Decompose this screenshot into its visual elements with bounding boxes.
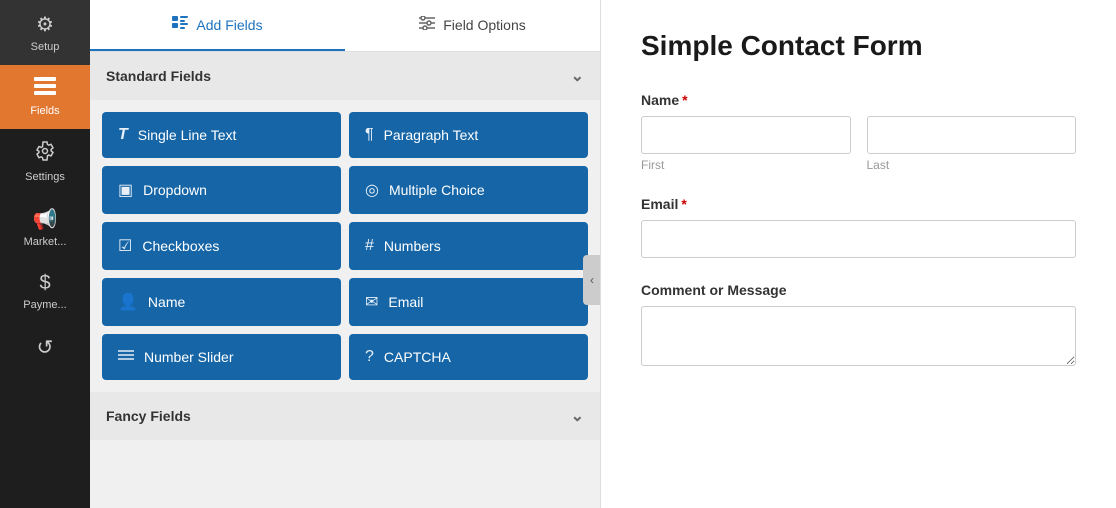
- email-field-button[interactable]: ✉ Email: [349, 278, 588, 326]
- email-input[interactable]: [641, 220, 1076, 258]
- email-required-star: *: [681, 196, 686, 212]
- name-field-button[interactable]: 👤 Name: [102, 278, 341, 326]
- name-inputs: First Last: [641, 116, 1076, 172]
- checkboxes-icon: ☑: [118, 236, 132, 256]
- sidebar: ⚙ Setup Fields Settings 📢 Market... $ Pa…: [0, 0, 90, 508]
- email-field-group: Email*: [641, 196, 1076, 258]
- captcha-label: CAPTCHA: [384, 349, 451, 365]
- last-name-wrapper: Last: [867, 116, 1077, 172]
- comment-field-group: Comment or Message: [641, 282, 1076, 371]
- email-field-icon: ✉: [365, 292, 378, 312]
- standard-fields-collapse-icon: ⌄: [571, 66, 584, 86]
- number-slider-label: Number Slider: [144, 349, 233, 365]
- dropdown-button[interactable]: ▣ Dropdown: [102, 166, 341, 214]
- name-field-label: Name*: [641, 92, 1076, 108]
- history-icon: ↺: [37, 335, 54, 360]
- paragraph-text-label: Paragraph Text: [384, 127, 479, 143]
- name-required-star: *: [682, 92, 687, 108]
- form-title: Simple Contact Form: [641, 30, 1076, 62]
- first-name-sublabel: First: [641, 158, 851, 172]
- collapse-handle-icon: ‹: [590, 273, 594, 287]
- multiple-choice-label: Multiple Choice: [389, 182, 485, 198]
- first-name-input[interactable]: [641, 116, 851, 154]
- number-slider-icon: [118, 348, 134, 366]
- payments-icon: $: [39, 272, 50, 295]
- checkboxes-button[interactable]: ☑ Checkboxes: [102, 222, 341, 270]
- fields-content: Standard Fields ⌄ T Single Line Text ¶ P…: [90, 52, 600, 508]
- fancy-fields-collapse-icon: ⌄: [571, 406, 584, 426]
- sidebar-item-setup-label: Setup: [31, 41, 60, 53]
- fields-icon: [34, 77, 56, 101]
- numbers-icon: #: [365, 237, 374, 255]
- numbers-button[interactable]: # Numbers: [349, 222, 588, 270]
- sidebar-item-settings-label: Settings: [25, 171, 65, 183]
- single-line-text-button[interactable]: T Single Line Text: [102, 112, 341, 158]
- email-field-label: Email: [388, 294, 423, 310]
- paragraph-text-icon: ¶: [365, 126, 374, 144]
- tab-field-options-label: Field Options: [443, 17, 525, 33]
- sidebar-item-payments-label: Payme...: [23, 299, 66, 311]
- tab-bar: Add Fields Field Options: [90, 0, 600, 52]
- sidebar-item-marketing-label: Market...: [24, 236, 67, 248]
- sidebar-item-settings[interactable]: Settings: [0, 129, 90, 195]
- name-field-label: Name: [148, 294, 185, 310]
- sidebar-item-marketing[interactable]: 📢 Market...: [0, 195, 90, 260]
- last-name-sublabel: Last: [867, 158, 1077, 172]
- sidebar-item-history[interactable]: ↺: [0, 323, 90, 372]
- gear-icon: ⚙: [36, 12, 54, 37]
- name-field-group: Name* First Last: [641, 92, 1076, 172]
- multiple-choice-icon: ◎: [365, 180, 379, 200]
- captcha-button[interactable]: ? CAPTCHA: [349, 334, 588, 380]
- email-field-label: Email*: [641, 196, 1076, 212]
- main-panel: Add Fields Field Options Standard Fields…: [90, 0, 600, 508]
- tab-field-options[interactable]: Field Options: [345, 0, 600, 51]
- dropdown-label: Dropdown: [143, 182, 207, 198]
- sidebar-item-setup[interactable]: ⚙ Setup: [0, 0, 90, 65]
- captcha-icon: ?: [365, 348, 374, 366]
- paragraph-text-button[interactable]: ¶ Paragraph Text: [349, 112, 588, 158]
- standard-fields-header[interactable]: Standard Fields ⌄: [90, 52, 600, 100]
- comment-field-label: Comment or Message: [641, 282, 1076, 298]
- checkboxes-label: Checkboxes: [142, 238, 219, 254]
- standard-fields-label: Standard Fields: [106, 68, 211, 84]
- numbers-label: Numbers: [384, 238, 441, 254]
- sidebar-item-payments[interactable]: $ Payme...: [0, 260, 90, 323]
- single-line-text-icon: T: [118, 126, 128, 144]
- number-slider-button[interactable]: Number Slider: [102, 334, 341, 380]
- first-name-wrapper: First: [641, 116, 851, 172]
- dropdown-icon: ▣: [118, 180, 133, 200]
- standard-fields-grid: T Single Line Text ¶ Paragraph Text ▣ Dr…: [90, 100, 600, 392]
- settings-icon: [35, 141, 55, 167]
- sidebar-item-fields-label: Fields: [30, 105, 59, 117]
- preview-panel: Simple Contact Form Name* First Last Ema…: [600, 0, 1116, 508]
- add-fields-tab-icon: [172, 16, 188, 33]
- fancy-fields-header[interactable]: Fancy Fields ⌄: [90, 392, 600, 440]
- tab-add-fields-label: Add Fields: [196, 17, 262, 33]
- fancy-fields-label: Fancy Fields: [106, 408, 191, 424]
- multiple-choice-button[interactable]: ◎ Multiple Choice: [349, 166, 588, 214]
- marketing-icon: 📢: [33, 207, 58, 232]
- panel-collapse-handle[interactable]: ‹: [583, 255, 600, 305]
- last-name-input[interactable]: [867, 116, 1077, 154]
- tab-add-fields[interactable]: Add Fields: [90, 0, 345, 51]
- field-options-tab-icon: [419, 16, 435, 33]
- name-field-icon: 👤: [118, 292, 138, 312]
- comment-textarea[interactable]: [641, 306, 1076, 366]
- single-line-text-label: Single Line Text: [138, 127, 237, 143]
- sidebar-item-fields[interactable]: Fields: [0, 65, 90, 129]
